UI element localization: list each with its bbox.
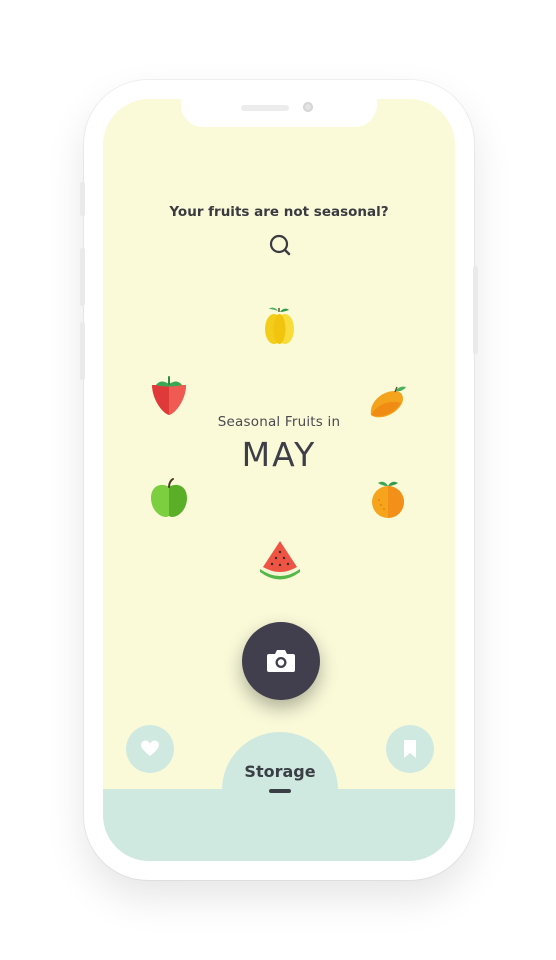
mute-switch [80, 182, 85, 216]
camera-icon [267, 650, 295, 672]
volume-up-button [80, 248, 85, 306]
notch [181, 99, 377, 127]
volume-down-button [80, 322, 85, 380]
apple-icon[interactable] [146, 475, 192, 521]
bookmark-icon [404, 740, 416, 758]
strawberry-icon[interactable] [146, 373, 192, 419]
camera-button[interactable] [242, 622, 320, 700]
app-screen: Your fruits are not seasonal? Seasonal F… [103, 99, 455, 861]
bookmarks-button[interactable] [386, 725, 434, 773]
watermelon-icon[interactable] [257, 537, 303, 583]
speaker [241, 105, 289, 111]
storage-tab-label[interactable]: Storage [222, 762, 338, 781]
phone-frame: Your fruits are not seasonal? Seasonal F… [80, 80, 478, 880]
storage-handle[interactable] [269, 789, 291, 793]
lemon-icon[interactable] [257, 303, 303, 349]
not-seasonal-question: Your fruits are not seasonal? [169, 204, 389, 220]
front-camera [303, 102, 313, 112]
current-month[interactable]: MAY [103, 435, 455, 474]
power-button [473, 266, 478, 354]
search-icon[interactable] [268, 233, 294, 259]
storage-tab[interactable] [222, 732, 338, 861]
favorites-button[interactable] [126, 725, 174, 773]
heart-icon [141, 740, 159, 756]
orange-icon[interactable] [365, 475, 411, 521]
seasonal-subtitle: Seasonal Fruits in [217, 414, 341, 430]
